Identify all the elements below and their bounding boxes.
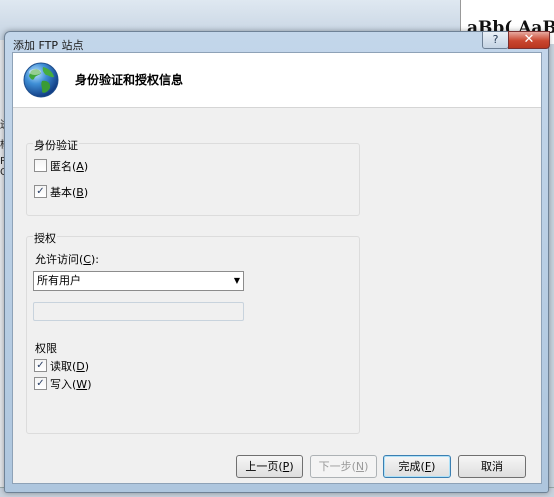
basic-label[interactable]: 基本(B) xyxy=(50,184,88,200)
allow-access-dropdown[interactable]: 所有用户 ▼ xyxy=(33,271,244,291)
dialog-title: 添加 FTP 站点 xyxy=(13,39,84,52)
anonymous-checkbox[interactable] xyxy=(34,159,47,172)
basic-checkbox[interactable]: ✓ xyxy=(34,185,47,198)
close-button[interactable]: ✕ xyxy=(508,31,550,49)
authorization-group-label: 授权 xyxy=(33,230,57,246)
allow-access-label: 允许访问(C): xyxy=(35,253,99,266)
read-checkbox[interactable]: ✓ xyxy=(34,359,47,372)
anonymous-label[interactable]: 匿名(A) xyxy=(50,158,88,174)
cancel-button[interactable]: 取消 xyxy=(458,455,526,478)
write-label[interactable]: 写入(W) xyxy=(50,376,91,392)
dialog-client-area: 身份验证和授权信息 身份验证 匿名(A) ✓ 基本(B) 授权 允许访问(C):… xyxy=(12,52,542,484)
dropdown-arrow-icon: ▼ xyxy=(233,276,240,285)
write-checkbox[interactable]: ✓ xyxy=(34,377,47,390)
permissions-label: 权限 xyxy=(35,342,57,355)
add-ftp-site-dialog: 添加 FTP 站点 ? ✕ 身份验证和授权信息 身份验证 匿名(A) ✓ 基本(… xyxy=(4,31,550,493)
read-label[interactable]: 读取(D) xyxy=(50,358,89,374)
previous-button[interactable]: 上一页(P) xyxy=(236,455,303,478)
user-text-field xyxy=(33,302,244,321)
finish-button[interactable]: 完成(F) xyxy=(383,455,451,478)
globe-icon xyxy=(23,62,59,98)
allow-access-value: 所有用户 xyxy=(37,274,81,287)
authentication-group-label: 身份验证 xyxy=(33,137,79,153)
help-button[interactable]: ? xyxy=(482,31,509,49)
wizard-header: 身份验证和授权信息 xyxy=(13,53,541,108)
page-heading: 身份验证和授权信息 xyxy=(75,73,184,87)
next-button[interactable]: 下一步(N) xyxy=(310,455,377,478)
authentication-group xyxy=(26,143,360,216)
